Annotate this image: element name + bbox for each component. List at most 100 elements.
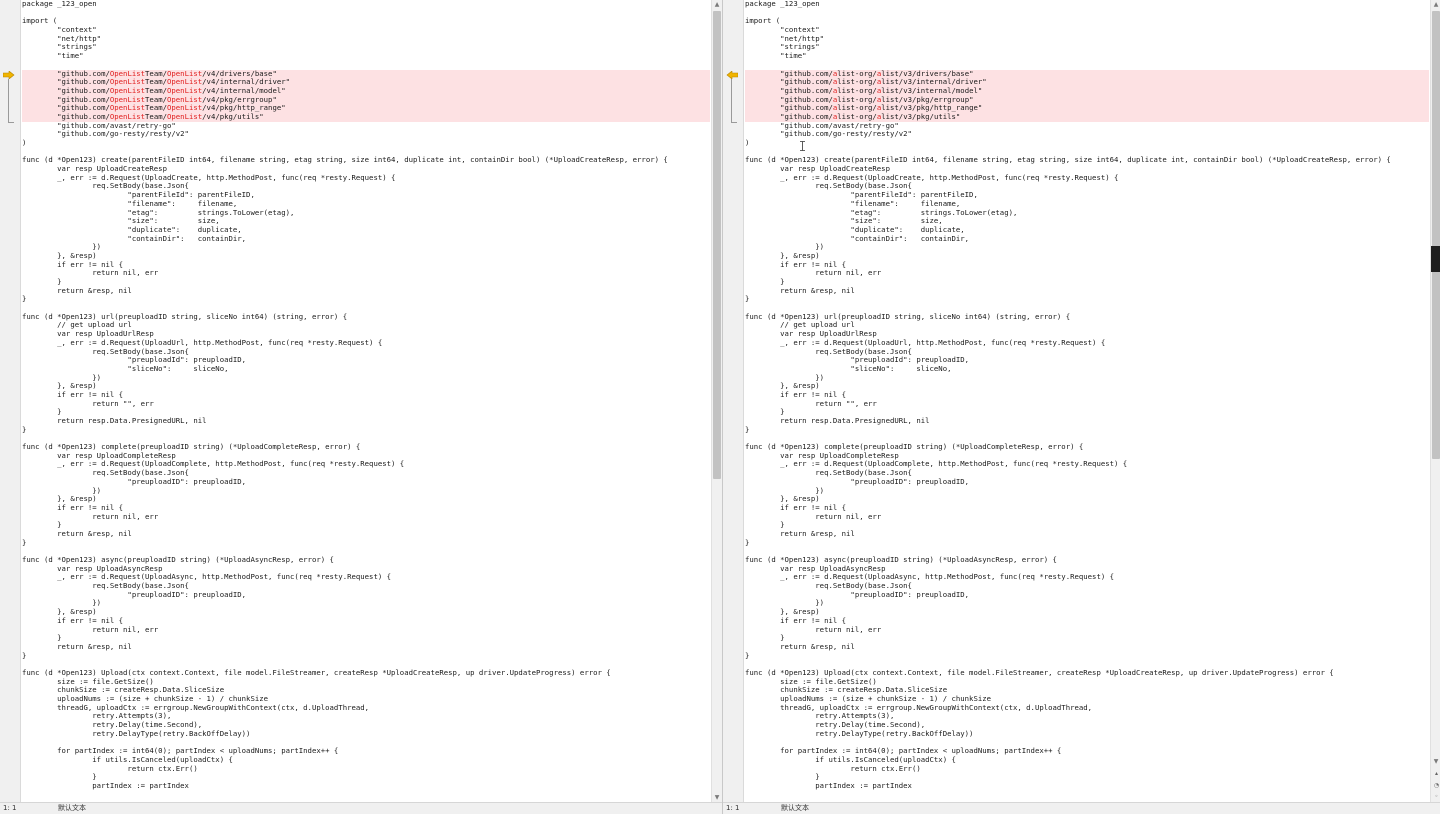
code-line[interactable]: } [22,651,710,661]
scroll-up-arrow-icon[interactable]: ▲ [712,0,722,10]
code-line[interactable]: "sliceNo": sliceNo, [745,364,1429,374]
code-text: Team/ [145,94,167,104]
small-tool-icon[interactable]: ◔ [1433,782,1440,789]
code-line[interactable]: "preuploadID": preuploadID, [22,590,710,600]
code-line[interactable]: }, &resp) [745,382,1429,391]
diff-highlight: OpenList [167,103,203,113]
code-line[interactable]: partIndex := partIndex [745,781,1429,791]
code-text: list/v3/internal/model" [881,85,983,95]
code-line[interactable]: }) [745,599,1429,608]
code-line[interactable] [745,9,1429,18]
code-line[interactable]: "net/http" [22,34,710,44]
code-line[interactable]: return "", err [22,399,710,409]
code-line[interactable]: "sliceNo": sliceNo, [22,364,710,374]
code-line[interactable]: import ( [745,17,1429,26]
right-scroll-thumb[interactable] [1432,11,1440,459]
encoding-label[interactable]: 默认文本 [781,803,809,814]
code-line[interactable]: return &resp, nil [745,642,1429,652]
code-line[interactable]: "containDir": containDir, [22,234,710,244]
small-tool-icon[interactable]: ▴ [1433,770,1440,777]
code-line[interactable]: return nil, err [745,625,1429,635]
code-line[interactable]: "preuploadID": preuploadID, [745,590,1429,600]
code-line[interactable]: }) [745,243,1429,252]
code-line[interactable]: package _123_open [22,0,710,9]
code-line[interactable]: import ( [22,17,710,26]
code-line[interactable]: }, &resp) [22,251,710,261]
code-line[interactable]: }, &resp) [745,607,1429,617]
code-line[interactable]: "strings" [745,43,1429,52]
code-text: list/v3/pkg/errgroup" [881,94,974,104]
code-line[interactable] [22,9,710,18]
code-line[interactable]: "context" [745,25,1429,35]
code-line[interactable]: }) [22,243,710,252]
code-line[interactable]: } [745,295,1429,304]
code-line[interactable]: "github.com/go-resty/resty/v2" [22,130,710,139]
diff-arrow-icon[interactable] [3,71,15,79]
scroll-down-arrow-icon[interactable]: ▼ [1431,757,1440,767]
code-text: /v4/pkg/http_range" [202,103,286,113]
right-code-view[interactable]: package _123_openimport ( "context" "net… [745,0,1429,803]
code-line[interactable]: "time" [22,51,710,61]
code-line[interactable]: return nil, err [745,512,1429,522]
code-line[interactable]: } [745,425,1429,435]
left-scrollbar[interactable]: ▲ ▼ [711,0,722,803]
code-line[interactable]: return ctx.Err() [745,764,1429,774]
small-tool-icon[interactable]: ◦ [1433,793,1440,800]
code-line[interactable]: retry.DelayType(retry.BackOffDelay)) [22,729,710,739]
right-gutter [723,0,744,803]
diff-arrow-icon[interactable] [726,71,738,79]
encoding-label[interactable]: 默认文本 [58,803,86,814]
code-line[interactable]: return resp.Data.PresignedURL, nil [745,416,1429,426]
code-line[interactable]: "preuploadID": preuploadID, [745,477,1429,487]
code-line[interactable]: ) [22,138,710,148]
code-line[interactable]: }, &resp) [22,382,710,391]
code-line[interactable]: "github.com/go-resty/resty/v2" [745,130,1429,139]
code-line[interactable]: package _123_open [745,0,1429,9]
code-line[interactable]: return &resp, nil [745,529,1429,539]
code-line[interactable]: }) [745,373,1429,383]
scroll-up-arrow-icon[interactable]: ▲ [1431,0,1440,10]
left-scroll-thumb[interactable] [713,11,721,479]
code-line[interactable]: }, &resp) [22,494,710,504]
code-line[interactable]: return ctx.Err() [22,764,710,774]
code-line[interactable]: "context" [22,25,710,35]
code-line[interactable]: retry.DelayType(retry.BackOffDelay)) [745,729,1429,739]
side-panel-tab[interactable] [1431,246,1440,272]
code-line[interactable]: } [745,651,1429,661]
code-line[interactable]: }) [22,599,710,608]
code-line[interactable]: return resp.Data.PresignedURL, nil [22,416,710,426]
code-line[interactable]: partIndex := partIndex [22,781,710,791]
code-line[interactable]: ) [745,138,1429,148]
code-text: /v4/internal/driver" [202,77,291,87]
code-line[interactable]: }) [745,486,1429,496]
left-code-view[interactable]: package _123_openimport ( "context" "net… [22,0,710,803]
code-line[interactable]: "time" [745,51,1429,61]
code-line[interactable]: "net/http" [745,34,1429,44]
code-line[interactable]: "strings" [22,43,710,52]
code-line[interactable]: return nil, err [22,269,710,278]
code-line[interactable]: return nil, err [745,269,1429,278]
code-line[interactable]: return &resp, nil [22,642,710,652]
code-line[interactable]: }) [22,486,710,496]
code-line[interactable]: }, &resp) [745,251,1429,261]
code-line[interactable]: } [22,538,710,548]
code-line[interactable]: "preuploadID": preuploadID, [22,477,710,487]
code-line[interactable]: } [22,295,710,304]
code-text: list-org/ [837,103,877,113]
left-editor-pane[interactable]: package _123_openimport ( "context" "net… [0,0,722,814]
code-line[interactable]: return nil, err [22,512,710,522]
right-scrollbar[interactable]: ▲ ▼ ▴ ◔ ◦ [1430,0,1440,803]
code-line[interactable]: return "", err [745,399,1429,409]
code-line[interactable]: }, &resp) [745,494,1429,504]
right-editor-pane[interactable]: package _123_openimport ( "context" "net… [722,0,1440,814]
code-line[interactable]: return &resp, nil [22,286,710,296]
code-line[interactable]: "containDir": containDir, [745,234,1429,244]
code-line[interactable]: } [745,538,1429,548]
code-line[interactable]: return &resp, nil [745,286,1429,296]
right-status-bar: 1: 1 默认文本 [723,802,1440,814]
code-line[interactable]: } [22,425,710,435]
code-line[interactable]: }, &resp) [22,607,710,617]
code-line[interactable]: return &resp, nil [22,529,710,539]
code-line[interactable]: return nil, err [22,625,710,635]
code-line[interactable]: }) [22,373,710,383]
